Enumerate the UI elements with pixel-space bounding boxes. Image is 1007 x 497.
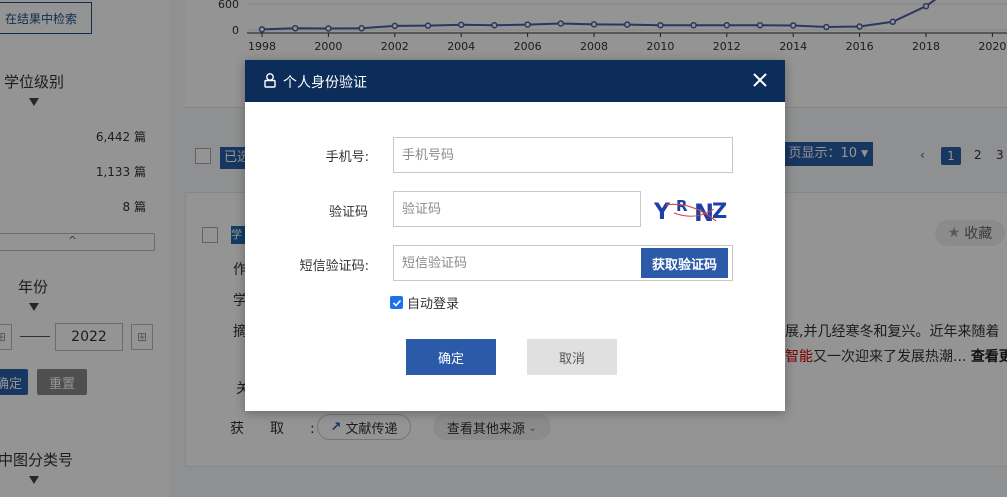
captcha-image[interactable]: Y R NZ bbox=[646, 191, 732, 227]
auto-login-checkbox[interactable] bbox=[390, 296, 403, 309]
checkmark-icon bbox=[392, 299, 401, 307]
dialog-header: 个人身份验证 bbox=[245, 60, 785, 102]
dialog-title: 个人身份验证 bbox=[283, 75, 367, 91]
auto-login-label: 自动登录 bbox=[407, 297, 460, 312]
lock-icon bbox=[264, 73, 276, 88]
close-icon[interactable] bbox=[749, 69, 771, 91]
captcha-char: Y bbox=[653, 200, 671, 225]
confirm-button[interactable]: 确定 bbox=[406, 339, 496, 375]
cancel-button[interactable]: 取消 bbox=[527, 339, 617, 375]
captcha-input[interactable] bbox=[393, 191, 641, 227]
auto-login-option[interactable]: 自动登录 bbox=[390, 293, 459, 312]
phone-input[interactable] bbox=[393, 137, 733, 173]
identity-verification-dialog: 个人身份验证 手机号: 验证码 YRNZ 短信验证码: 获取验证码 自动登录 确… bbox=[245, 60, 785, 411]
captcha-label: 验证码 bbox=[328, 205, 368, 220]
get-sms-code-button[interactable]: 获取验证码 bbox=[641, 248, 728, 278]
phone-label: 手机号: bbox=[325, 150, 369, 165]
sms-code-label: 短信验证码: bbox=[299, 259, 369, 274]
